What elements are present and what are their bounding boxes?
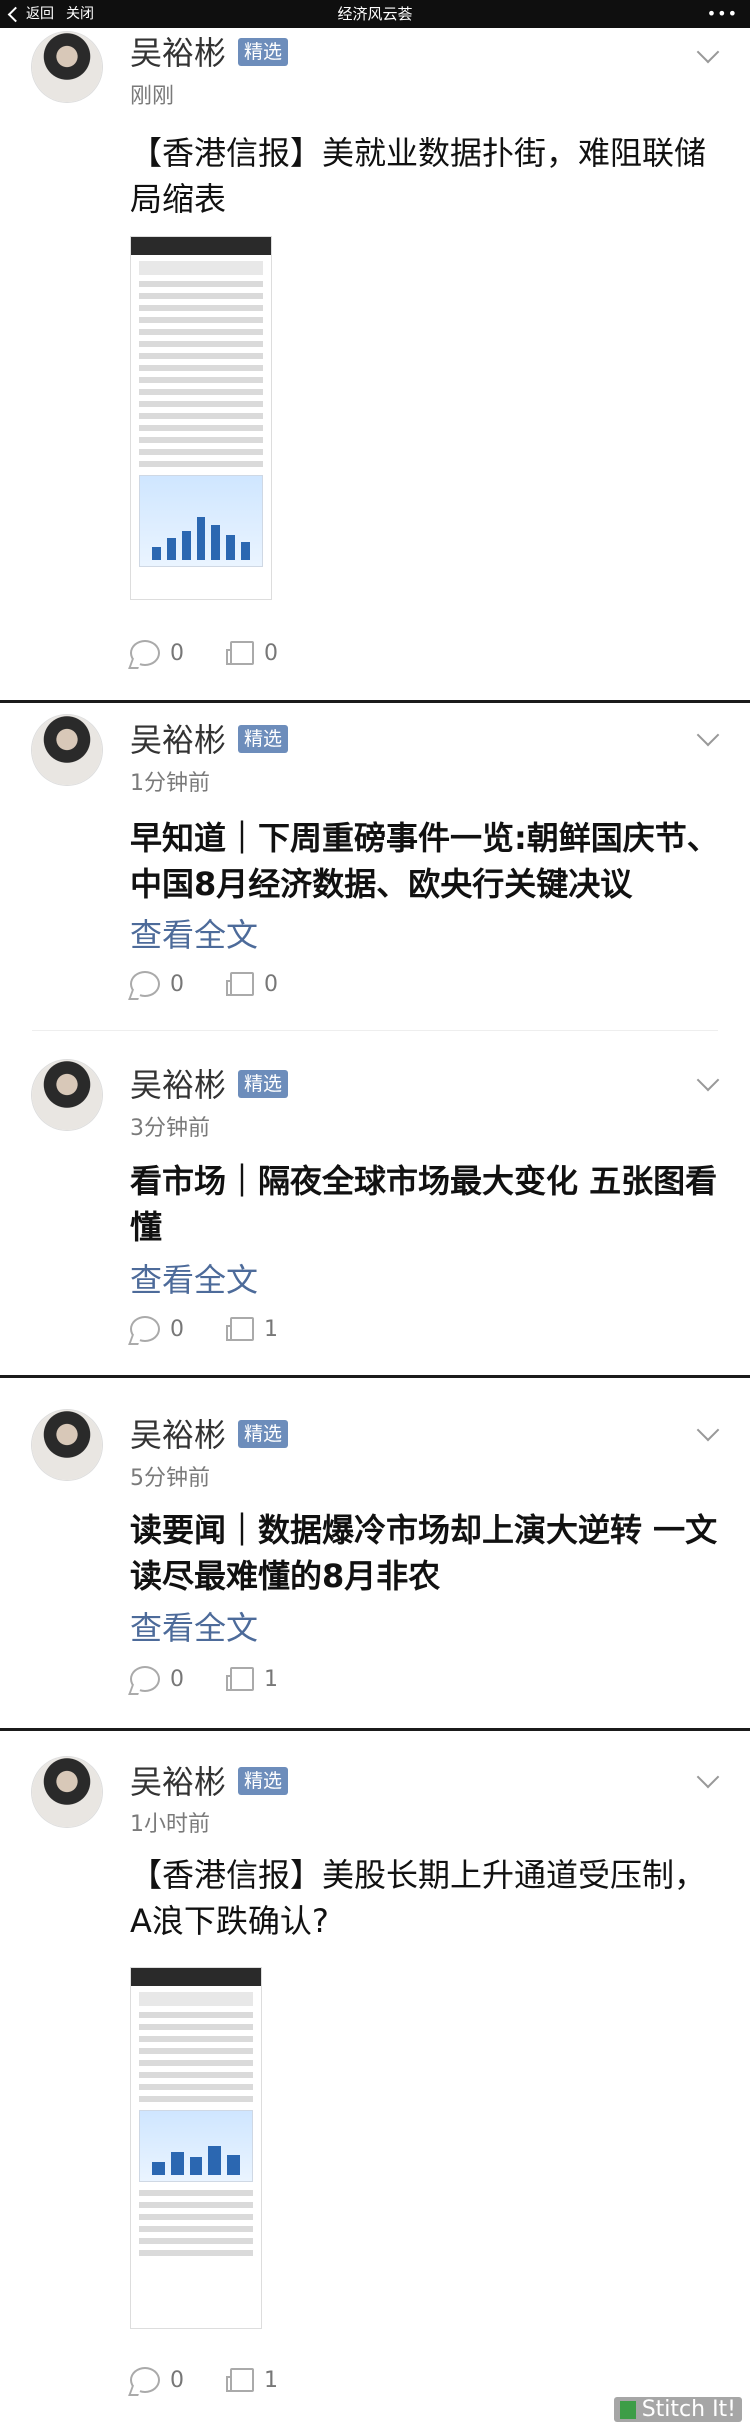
- post-time: 1小时前: [130, 1812, 210, 1837]
- post-title[interactable]: 早知道｜下周重磅事件一览:朝鲜国庆节、中国8月经济数据、欧央行关键决议: [130, 815, 720, 907]
- read-more-link[interactable]: 查看全文: [130, 1255, 258, 1301]
- chevron-down-icon[interactable]: [696, 1068, 720, 1092]
- divider: [32, 1030, 718, 1031]
- featured-badge: 精选: [238, 1767, 288, 1795]
- like-button[interactable]: 1: [226, 1666, 320, 1692]
- comment-count: 0: [170, 971, 184, 997]
- thumbs-up-icon: [226, 641, 254, 665]
- chevron-down-icon[interactable]: [696, 1418, 720, 1442]
- post-time: 1分钟前: [130, 771, 210, 796]
- comment-icon: [130, 1316, 160, 1342]
- like-button[interactable]: 1: [226, 1316, 320, 1342]
- read-more-link[interactable]: 查看全文: [130, 1603, 258, 1649]
- post-title[interactable]: 【香港信报】美股长期上升通道受压制，A浪下跌确认?: [130, 1852, 720, 1944]
- more-menu-button[interactable]: •••: [707, 0, 738, 28]
- top-bar: 返回 关闭 经济风云荟 •••: [0, 0, 750, 28]
- comment-button[interactable]: 0: [130, 640, 220, 666]
- like-count: 1: [264, 2367, 278, 2393]
- post-stats: 0 1: [130, 1313, 320, 1345]
- author-name[interactable]: 吴裕彬: [130, 715, 226, 761]
- post-stats: 0 0: [130, 637, 320, 669]
- comment-count: 0: [170, 1316, 184, 1342]
- thumbs-up-icon: [226, 972, 254, 996]
- divider: [0, 1375, 750, 1378]
- like-count: 1: [264, 1666, 278, 1692]
- post-image[interactable]: [130, 1967, 262, 2329]
- divider: [0, 700, 750, 703]
- avatar[interactable]: [32, 1410, 102, 1480]
- like-count: 0: [264, 971, 278, 997]
- featured-badge: 精选: [238, 38, 288, 66]
- page-title: 经济风云荟: [337, 5, 413, 23]
- post-time: 刚刚: [130, 84, 175, 109]
- comment-count: 0: [170, 2367, 184, 2393]
- like-count: 1: [264, 1316, 278, 1342]
- avatar[interactable]: [32, 1060, 102, 1130]
- featured-badge: 精选: [238, 1420, 288, 1448]
- comment-button[interactable]: 0: [130, 1666, 220, 1692]
- chevron-down-icon[interactable]: [696, 40, 720, 64]
- comment-button[interactable]: 0: [130, 1316, 220, 1342]
- post-title[interactable]: 读要闻｜数据爆冷市场却上演大逆转 一文读尽最难懂的8月非农: [130, 1507, 720, 1599]
- comment-icon: [130, 640, 160, 666]
- like-button[interactable]: 0: [226, 640, 320, 666]
- post-title[interactable]: 【香港信报】美就业数据扑街，难阻联储局缩表: [130, 130, 720, 222]
- post-time: 3分钟前: [130, 1116, 210, 1141]
- like-count: 0: [264, 640, 278, 666]
- author-name[interactable]: 吴裕彬: [130, 28, 226, 74]
- like-button[interactable]: 1: [226, 2367, 320, 2393]
- post-image[interactable]: [130, 236, 272, 600]
- notepad-icon: [619, 2401, 636, 2419]
- comment-button[interactable]: 0: [130, 971, 220, 997]
- post-title[interactable]: 看市场｜隔夜全球市场最大变化 五张图看懂: [130, 1158, 720, 1250]
- thumbs-up-icon: [226, 1317, 254, 1341]
- chevron-down-icon[interactable]: [696, 723, 720, 747]
- post-stats: 0 1: [130, 2364, 320, 2396]
- like-button[interactable]: 0: [226, 971, 320, 997]
- thumbs-up-icon: [226, 2368, 254, 2392]
- comment-icon: [130, 2367, 160, 2393]
- avatar[interactable]: [32, 715, 102, 785]
- comment-button[interactable]: 0: [130, 2367, 220, 2393]
- thumbs-up-icon: [226, 1667, 254, 1691]
- comment-count: 0: [170, 640, 184, 666]
- watermark: Stitch It!: [613, 2397, 742, 2422]
- comment-count: 0: [170, 1666, 184, 1692]
- post-time: 5分钟前: [130, 1466, 210, 1491]
- author-name[interactable]: 吴裕彬: [130, 1757, 226, 1803]
- comment-icon: [130, 971, 160, 997]
- avatar[interactable]: [32, 1757, 102, 1827]
- chevron-down-icon[interactable]: [696, 1765, 720, 1789]
- post-stats: 0 0: [130, 968, 320, 1000]
- watermark-text: Stitch It!: [641, 2397, 736, 2422]
- author-name[interactable]: 吴裕彬: [130, 1060, 226, 1106]
- author-name[interactable]: 吴裕彬: [130, 1410, 226, 1456]
- post-stats: 0 1: [130, 1663, 320, 1695]
- avatar[interactable]: [32, 32, 102, 102]
- divider: [0, 1728, 750, 1731]
- featured-badge: 精选: [238, 1070, 288, 1098]
- featured-badge: 精选: [238, 725, 288, 753]
- read-more-link[interactable]: 查看全文: [130, 910, 258, 956]
- comment-icon: [130, 1666, 160, 1692]
